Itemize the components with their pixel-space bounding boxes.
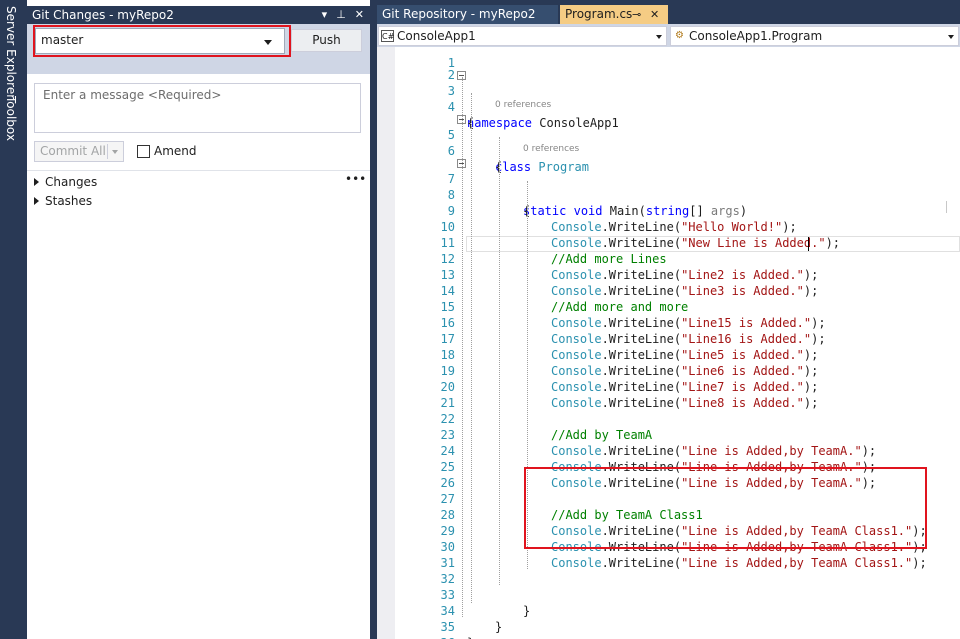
code-line: 18 Console.WriteLine("Line6 is Added."); [377,331,960,378]
window-menu-icon[interactable]: ▾ [322,6,328,24]
stashes-node[interactable]: Stashes [34,194,92,208]
code-line: 32 [377,555,960,586]
code-line: 10 Console.WriteLine("New Line is Added.… [377,203,960,250]
indent-guide [499,137,500,585]
code-line: 36 [377,619,960,639]
amend-label: Amend [154,144,197,158]
mouse-ibeam-cursor [946,201,947,213]
code-line: 12 Console.WriteLine("Line2 is Added."); [377,235,960,282]
changes-node[interactable]: Changes [34,175,97,189]
panel-splitter[interactable] [370,0,377,639]
divider [27,170,370,171]
pin-icon[interactable]: ⊸ [632,5,641,24]
commit-all-label: Commit All [40,144,106,158]
code-line: 8 { [377,171,960,218]
tab-program-label: Program.cs [565,7,633,21]
close-icon[interactable]: ✕ [355,6,364,24]
codelens-references[interactable]: 0 references [495,99,551,111]
chevron-down-icon [112,150,118,154]
code-editor: Git Repository - myRepo2 Program.cs ⊸ ✕ … [377,0,960,639]
toolbox-tab[interactable]: Toolbox [4,96,18,141]
code-line: 34 } [377,587,960,634]
side-tool-strip: Server Explorer Toolbox [0,0,27,639]
commit-all-button[interactable]: Commit All [34,141,124,162]
code-line: 33 } [377,571,960,618]
code-line: 17 Console.WriteLine("Line5 is Added."); [377,315,960,362]
git-toolbar: master Push [27,24,370,74]
server-explorer-tab[interactable]: Server Explorer [4,6,18,99]
tab-program-cs[interactable]: Program.cs ⊸ ✕ [560,5,668,24]
line-number: 36 [395,635,455,639]
stashes-label: Stashes [45,194,93,208]
code-line: 11 //Add more Lines [377,219,960,266]
commit-message-input[interactable]: Enter a message <Required> [34,83,361,133]
text-caret [808,237,809,251]
code-line: 24 Console.WriteLine("Line is Added,by T… [377,427,960,474]
indent-guide [471,93,472,603]
git-changes-title-bar: Git Changes - myRepo2 ▾ ⊥ ✕ [27,6,370,24]
code-line: 6 { [377,127,960,174]
tab-git-repository[interactable]: Git Repository - myRepo2 [377,5,558,24]
code-line: 19 Console.WriteLine("Line7 is Added."); [377,347,960,394]
git-changes-panel: Git Changes - myRepo2 ▾ ⊥ ✕ master Push … [27,0,370,639]
git-changes-title: Git Changes - myRepo2 [32,8,174,22]
changes-label: Changes [45,175,98,189]
code-line: 14 //Add more and more [377,267,960,314]
codelens-references[interactable]: 0 references [523,143,579,155]
code-line: 15 Console.WriteLine("Line15 is Added.")… [377,283,960,330]
code-line: 16 Console.WriteLine("Line16 is Added.")… [377,299,960,346]
code-line: 23 Console.WriteLine("Line is Added,by T… [377,411,960,458]
code-line: 22 //Add by TeamA [377,395,960,442]
expand-arrow-icon[interactable] [34,178,39,186]
code-line: 3 namespace ConsoleApp1 [377,67,960,130]
code-line: 13 Console.WriteLine("Line3 is Added."); [377,251,960,298]
code-line: 7 static void Main(string[] args) [377,155,960,218]
document-tab-bar: Git Repository - myRepo2 Program.cs ⊸ ✕ [377,0,960,24]
amend-checkbox[interactable] [137,145,150,158]
code-line: 21 [377,379,960,410]
code-line: 25 Console.WriteLine("Line is Added,by T… [377,443,960,490]
push-button[interactable]: Push [291,29,362,52]
code-line: 2 [377,51,960,82]
code-text-area[interactable]: 1 2 3 namespace ConsoleApp1 4 { 0 refere… [377,47,960,639]
branch-highlight-box [33,25,291,57]
code-line: 5 class Program [377,111,960,174]
pin-icon[interactable]: ⊥ [336,6,346,24]
indent-guide [462,77,463,617]
split-divider [107,144,108,159]
code-line: 4 { [377,83,960,130]
brace: } [467,635,474,639]
more-options-icon[interactable]: ••• [345,172,366,186]
code-line: 9 Console.WriteLine("Hello World!"); [377,187,960,234]
code-line: 35 } [377,603,960,639]
close-icon[interactable]: ✕ [650,5,659,24]
teama-class1-highlight-box [524,467,927,549]
code-line: 20 Console.WriteLine("Line8 is Added."); [377,363,960,410]
expand-arrow-icon[interactable] [34,197,39,205]
